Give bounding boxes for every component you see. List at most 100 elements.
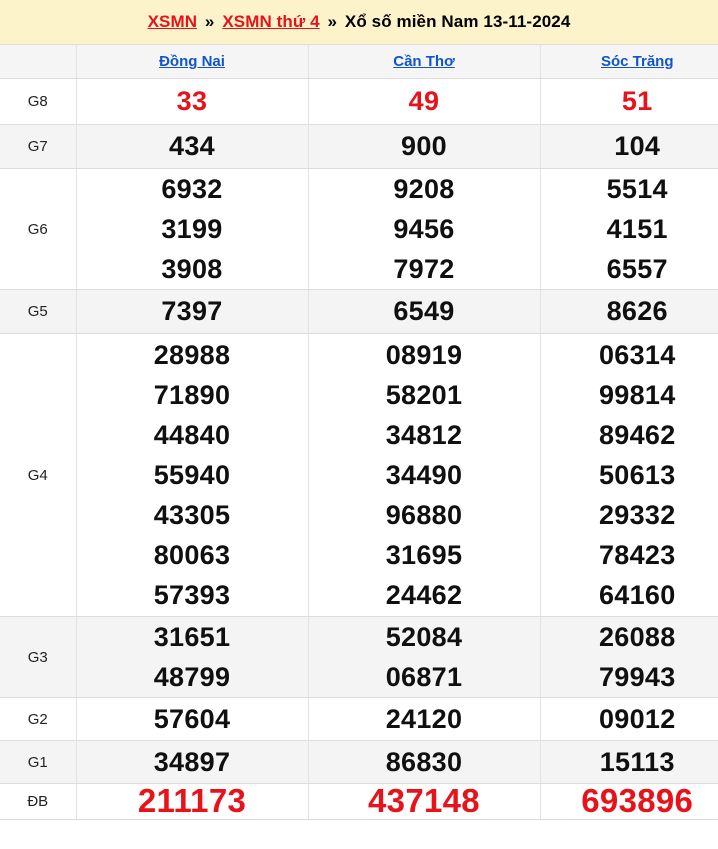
prize-number: 86830 [385, 746, 463, 777]
lottery-results-page: XSMN » XSMN thứ 4 » Xổ số miền Nam 13-11… [0, 0, 718, 849]
prize-number: 78423 [598, 540, 676, 570]
prize-number: 57393 [153, 580, 231, 610]
prize-number: 96880 [385, 500, 463, 530]
page-title: Xổ số miền Nam 13-11-2024 [344, 12, 571, 31]
prize-number: 06314 [598, 340, 676, 370]
lottery-results-table: Đồng Nai Cần Thơ Sóc Trăng G8 33 49 51 G7 434… [0, 44, 718, 820]
number-stack: 900 [309, 131, 540, 162]
province-link-soc-trang[interactable]: Sóc Trăng [601, 53, 674, 70]
breadcrumb-bar: XSMN » XSMN thứ 4 » Xổ số miền Nam 13-11… [0, 0, 718, 44]
number-stack: 57604 [77, 704, 308, 733]
province-link-dong-nai[interactable]: Đồng Nai [159, 53, 225, 70]
prize-cell: 6932 3199 3908 [76, 168, 309, 290]
prize-cell: 09012 [540, 697, 718, 741]
breadcrumb-link-xsmn-thu-4[interactable]: XSMN thứ 4 [222, 12, 319, 31]
prize-number: 48799 [153, 662, 231, 692]
prize-number: 28988 [153, 340, 231, 370]
prize-number: 29332 [598, 500, 676, 530]
prize-number: 58201 [385, 380, 463, 410]
prize-number: 6557 [606, 254, 668, 284]
results-table-container: Đồng Nai Cần Thơ Sóc Trăng G8 33 49 51 G7 434… [0, 44, 718, 849]
prize-number: 26088 [598, 622, 676, 652]
number-stack: 09012 [541, 703, 718, 734]
prize-number: 49 [408, 86, 440, 117]
table-row: G3 31651 48799 52084 06871 26088 79943 [0, 616, 718, 698]
number-stack: 06314 99814 89462 50613 29332 78423 64160 [541, 335, 718, 615]
prize-number: 52084 [385, 622, 463, 652]
prize-number: 09012 [598, 703, 676, 734]
prize-label-6: G2 [0, 697, 77, 741]
prize-cell: 31651 48799 [76, 616, 309, 698]
prize-number: 9208 [393, 174, 455, 204]
number-stack: 49 [309, 86, 540, 117]
column-header-0: Đồng Nai [76, 44, 309, 79]
prize-label-3: G5 [0, 289, 77, 334]
number-stack: 86830 [309, 746, 540, 777]
prize-number: 33 [176, 86, 208, 117]
prize-number: 31695 [385, 540, 463, 570]
prize-cell: 5514 4151 6557 [540, 168, 718, 290]
prize-cell: 104 [540, 124, 718, 169]
prize-cell: 26088 79943 [540, 616, 718, 698]
table-row: G7 434 900 104 [0, 124, 718, 169]
number-stack: 9208 9456 7972 [309, 169, 540, 289]
prize-number: 24120 [385, 703, 463, 734]
prize-label-4: G4 [0, 333, 77, 617]
table-row: G2 57604 24120 09012 [0, 697, 718, 741]
prize-cell: 693896 [540, 782, 718, 820]
number-stack: 211173 [77, 782, 308, 819]
prize-number: 693896 [581, 782, 694, 819]
prize-number: 50613 [598, 460, 676, 490]
prize-number: 64160 [598, 580, 676, 610]
prize-cell: 9208 9456 7972 [308, 168, 541, 290]
prize-number: 3908 [161, 254, 223, 284]
prize-number: 31651 [153, 622, 231, 652]
prize-number: 80063 [153, 540, 231, 570]
table-head: Đồng Nai Cần Thơ Sóc Trăng [0, 44, 718, 79]
table-body: G8 33 49 51 G7 434 900 104 G6 6932 3199 3908 9208 945… [0, 78, 718, 820]
prize-number: 89462 [598, 420, 676, 450]
table-header-row: Đồng Nai Cần Thơ Sóc Trăng [0, 44, 718, 79]
prize-number: 34812 [385, 420, 463, 450]
table-row: G5 7397 6549 8626 [0, 289, 718, 334]
prize-number: 104 [614, 131, 661, 162]
table-row: ĐB 211173 437148 693896 [0, 782, 718, 820]
prize-number: 6932 [161, 174, 223, 204]
number-stack: 104 [541, 131, 718, 162]
table-row: G6 6932 3199 3908 9208 9456 7972 5514 4151 6557 [0, 168, 718, 290]
prize-cell: 34897 [76, 740, 309, 784]
prize-number: 434 [169, 131, 215, 162]
prize-label-8: ĐB [0, 783, 77, 820]
prize-cell: 06314 99814 89462 50613 29332 78423 64160 [540, 333, 718, 617]
prize-cell: 900 [308, 124, 541, 169]
prize-number: 79943 [598, 662, 676, 692]
number-stack: 6549 [309, 297, 540, 326]
prize-number: 7972 [393, 254, 455, 284]
number-stack: 434 [77, 131, 308, 162]
prize-label-1: G7 [0, 124, 77, 169]
number-stack: 26088 79943 [541, 617, 718, 697]
prize-number: 3199 [161, 214, 223, 244]
breadcrumb-link-xsmn[interactable]: XSMN [148, 12, 198, 31]
number-stack: 51 [541, 86, 718, 117]
prize-number: 437148 [368, 782, 480, 819]
number-stack: 6932 3199 3908 [77, 169, 308, 289]
prize-cell: 437148 [308, 782, 541, 820]
breadcrumb-separator-1: » [204, 12, 215, 31]
prize-cell: 28988 71890 44840 55940 43305 80063 57393 [76, 333, 309, 617]
prize-number: 900 [401, 131, 447, 162]
prize-cell: 211173 [76, 782, 309, 820]
prize-number: 211173 [137, 782, 247, 819]
prize-number: 55940 [153, 460, 231, 490]
prize-number: 43305 [153, 500, 231, 530]
prize-number: 51 [621, 86, 653, 117]
column-header-2: Sóc Trăng [540, 44, 718, 79]
number-stack: 52084 06871 [309, 617, 540, 697]
prize-cell: 57604 [76, 697, 309, 741]
province-link-can-tho[interactable]: Cần Thơ [393, 53, 455, 70]
prize-label-5: G3 [0, 616, 77, 698]
prize-cell: 08919 58201 34812 34490 96880 31695 24462 [308, 333, 541, 617]
number-stack: 15113 [541, 747, 718, 776]
number-stack: 437148 [309, 782, 540, 819]
number-stack: 5514 4151 6557 [541, 169, 718, 289]
